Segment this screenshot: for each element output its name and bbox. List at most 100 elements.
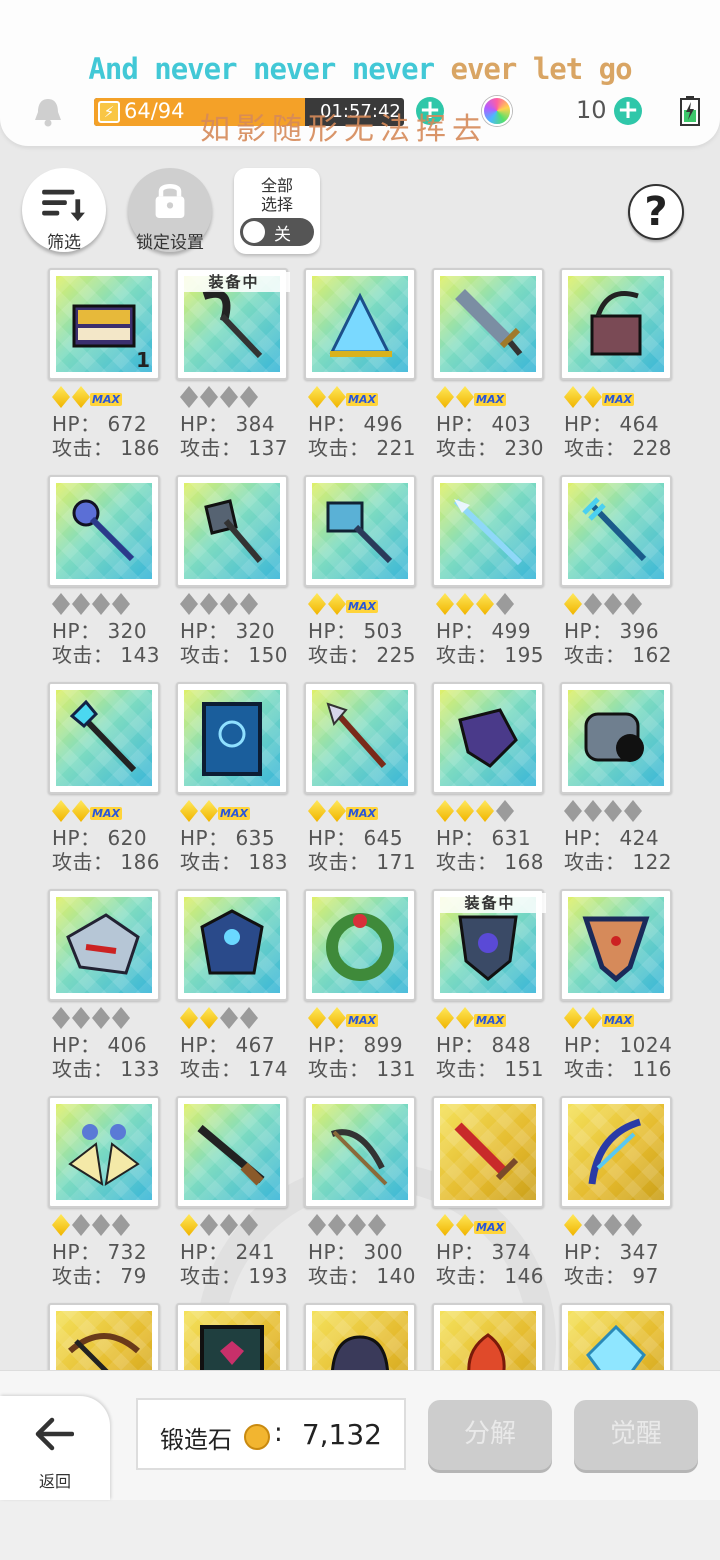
equipment-item[interactable]: HP： 631 攻击： 168 <box>432 682 560 889</box>
equipment-item[interactable]: MAX HP： 374 攻击： 146 <box>432 1096 560 1303</box>
equipment-card[interactable] <box>304 268 416 380</box>
equipment-card[interactable] <box>560 475 672 587</box>
equipment-item[interactable]: HP： 499 攻击： 195 <box>432 475 560 682</box>
equipment-card[interactable] <box>304 1303 416 1370</box>
equipment-item[interactable]: MAX HP： 496 攻击： 221 <box>304 268 432 475</box>
equipment-card[interactable] <box>176 682 288 794</box>
equipment-item[interactable]: MAX HP： 645 攻击： 171 <box>304 682 432 889</box>
equipment-item[interactable]: HP： 732 攻击： 79 <box>48 1096 176 1303</box>
back-button[interactable]: 返回 <box>0 1396 110 1500</box>
equipment-card[interactable] <box>432 682 544 794</box>
lock-settings-label: 锁定设置 <box>136 233 204 253</box>
select-all-card: 全部 选择 关 <box>234 168 320 254</box>
filter-button[interactable]: 筛选 <box>22 168 106 253</box>
equipment-card[interactable] <box>432 1096 544 1208</box>
equipment-card[interactable] <box>176 889 288 1001</box>
equipment-item[interactable]: MAX HP： 620 攻击： 186 <box>48 682 176 889</box>
back-arrow-icon <box>35 1417 74 1451</box>
broadsword-icon <box>455 289 523 356</box>
attack-stat: 攻击： 230 <box>436 436 545 460</box>
equipment-card[interactable] <box>48 475 160 587</box>
equipment-card[interactable] <box>432 268 544 380</box>
star-icon <box>624 800 642 822</box>
equipment-item[interactable]: MAX HP： 1024 攻击： 116 <box>560 889 688 1096</box>
equipment-item[interactable] <box>176 1303 304 1370</box>
star-rating <box>564 1212 674 1236</box>
equipment-card[interactable] <box>48 682 160 794</box>
equipment-card[interactable]: 装备中 <box>432 889 546 1001</box>
equipment-item[interactable] <box>560 1303 688 1370</box>
star-icon <box>200 593 218 615</box>
equipment-card[interactable] <box>432 475 544 587</box>
awaken-button[interactable]: 觉醒 <box>574 1400 698 1470</box>
star-rating: MAX <box>436 1005 546 1029</box>
equipment-card[interactable]: 装备中 <box>176 268 290 380</box>
add-gem-button[interactable]: + <box>614 97 642 125</box>
equipment-item[interactable]: HP： 300 攻击： 140 <box>304 1096 432 1303</box>
equipment-card[interactable] <box>560 682 672 794</box>
forge-stone-label: 锻造石 <box>160 1426 232 1454</box>
equipment-card[interactable] <box>48 1096 160 1208</box>
forge-stone-value: 7,132 <box>301 1418 382 1451</box>
lock-settings-button[interactable]: 锁定设置 <box>128 168 212 253</box>
help-button[interactable]: ? <box>628 184 684 240</box>
equipment-card[interactable] <box>304 1096 416 1208</box>
equipment-item[interactable]: 装备中 HP： 384 攻击： 137 <box>176 268 304 475</box>
equipment-card[interactable] <box>560 1096 672 1208</box>
decompose-button[interactable]: 分解 <box>428 1400 552 1470</box>
equipment-item[interactable]: 装备中 MAX HP： 848 攻击： 151 <box>432 889 560 1096</box>
equipment-item[interactable]: MAX HP： 635 攻击： 183 <box>176 682 304 889</box>
equipment-item[interactable]: MAX HP： 464 攻击： 228 <box>560 268 688 475</box>
equipment-item[interactable]: HP： 347 攻击： 97 <box>560 1096 688 1303</box>
equipment-card[interactable] <box>176 475 288 587</box>
star-icon <box>180 1214 198 1236</box>
equipment-card[interactable] <box>48 889 160 1001</box>
bell-icon[interactable] <box>30 96 66 128</box>
equipment-card[interactable] <box>432 1303 544 1370</box>
equipment-card[interactable] <box>560 1303 672 1370</box>
equipment-card[interactable] <box>304 889 416 1001</box>
equipment-card[interactable] <box>48 1303 160 1370</box>
max-badge: MAX <box>602 393 634 406</box>
equipment-card[interactable] <box>176 1096 288 1208</box>
equipment-grid-viewport[interactable]: 1 MAX HP： 672 攻击： 186 装备中 HP： 384 攻击： 137 MAX HP… <box>0 262 720 1370</box>
armor-icon <box>200 909 264 975</box>
equipment-item[interactable] <box>432 1303 560 1370</box>
star-icon <box>92 593 110 615</box>
select-all-toggle[interactable]: 关 <box>240 218 314 246</box>
equipment-item[interactable]: HP： 406 攻击： 133 <box>48 889 176 1096</box>
star-icon <box>328 1214 346 1236</box>
equipment-item[interactable]: HP： 467 攻击： 174 <box>176 889 304 1096</box>
star-icon <box>368 1214 386 1236</box>
equipped-badge: 装备中 <box>434 893 546 913</box>
equipment-item[interactable]: HP： 424 攻击： 122 <box>560 682 688 889</box>
equipment-item[interactable]: 1 MAX HP： 672 攻击： 186 <box>48 268 176 475</box>
equipment-item[interactable]: HP： 320 攻击： 150 <box>176 475 304 682</box>
max-badge: MAX <box>218 807 250 820</box>
lock-icon <box>155 184 185 218</box>
attack-stat: 攻击： 133 <box>52 1057 161 1081</box>
equipment-card[interactable] <box>560 889 672 1001</box>
equipment-item[interactable] <box>304 1303 432 1370</box>
helmet-icon <box>331 1335 389 1370</box>
equipment-item[interactable]: HP： 320 攻击： 143 <box>48 475 176 682</box>
max-badge: MAX <box>346 393 378 406</box>
star-rating <box>436 591 546 615</box>
equipment-card[interactable] <box>304 682 416 794</box>
equipment-item[interactable]: MAX HP： 503 攻击： 225 <box>304 475 432 682</box>
equipment-item[interactable]: MAX HP： 403 攻击： 230 <box>432 268 560 475</box>
bow-icon <box>330 1129 388 1186</box>
equipment-item[interactable]: HP： 241 攻击： 193 <box>176 1096 304 1303</box>
star-icon <box>72 386 90 408</box>
star-icon <box>240 593 258 615</box>
equipment-card[interactable] <box>304 475 416 587</box>
equipment-card[interactable]: 1 <box>48 268 160 380</box>
equipment-item[interactable]: HP： 396 攻击： 162 <box>560 475 688 682</box>
star-rating: MAX <box>308 798 418 822</box>
equipment-item[interactable] <box>48 1303 176 1370</box>
equipment-item[interactable]: MAX HP： 899 攻击： 131 <box>304 889 432 1096</box>
attack-stat: 攻击： 186 <box>52 436 161 460</box>
equipment-card[interactable] <box>560 268 672 380</box>
attack-stat: 攻击： 183 <box>180 850 289 874</box>
equipment-card[interactable] <box>176 1303 288 1370</box>
